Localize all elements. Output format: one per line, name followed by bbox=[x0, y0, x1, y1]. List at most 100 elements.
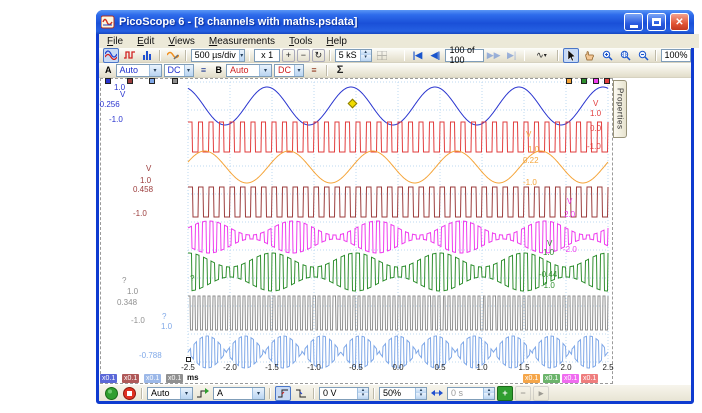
channel-f-scale-badge[interactable]: x0.1 bbox=[543, 374, 560, 383]
axis-label-c: V bbox=[526, 131, 531, 139]
axis-label-b: 1.0 bbox=[590, 110, 601, 118]
x-tick-label: -1.5 bbox=[259, 364, 285, 372]
channel-c-marker[interactable] bbox=[566, 78, 572, 84]
trigger-mode-value: Auto bbox=[148, 388, 180, 398]
spinner-arrows[interactable]: ▴ ▾ bbox=[415, 388, 426, 399]
x-axis-unit-label: ms bbox=[187, 374, 199, 382]
trigger-delay-spinner[interactable]: 0 s ▴ ▾ bbox=[447, 387, 495, 400]
toolbar-separator bbox=[269, 388, 271, 399]
x-tick-label: -0.5 bbox=[343, 364, 369, 372]
axis-label-b: 0.0 bbox=[590, 125, 601, 133]
axis-label-g: ? bbox=[122, 277, 126, 285]
x-tick-label: 1.0 bbox=[469, 364, 495, 372]
pre-trigger-spinner[interactable]: 50% ▴ ▾ bbox=[379, 387, 427, 400]
channel-h-scale-badge[interactable]: x0.1 bbox=[144, 374, 161, 383]
x-tick-label: 0.5 bbox=[427, 364, 453, 372]
toolbar-separator bbox=[373, 388, 375, 399]
desktop: PicoScope 6 - [8 channels with maths.psd… bbox=[0, 0, 702, 413]
channel-d-scale-badge[interactable]: x0.1 bbox=[122, 374, 139, 383]
channel-e-scale-badge[interactable]: x0.1 bbox=[562, 374, 579, 383]
waveform-canvas bbox=[0, 0, 702, 413]
x-tick-label: 0.0 bbox=[385, 364, 411, 372]
stop-capture-button[interactable] bbox=[121, 386, 137, 401]
add-measurement-button[interactable]: + bbox=[497, 386, 513, 401]
axis-label-g: 1.0 bbox=[127, 288, 138, 296]
axis-label-f: V bbox=[547, 240, 552, 248]
x-tick-label: 2.0 bbox=[553, 364, 579, 372]
stop-icon bbox=[123, 387, 136, 400]
channel-e-marker[interactable] bbox=[593, 78, 599, 84]
x-tick-label: 1.5 bbox=[511, 364, 537, 372]
axis-label-a: V bbox=[120, 91, 125, 99]
axis-label-g: -1.0 bbox=[131, 317, 145, 325]
axis-label-b: -1.0 bbox=[587, 143, 601, 151]
axis-label-h: ? bbox=[162, 313, 166, 321]
channel-c-scale-badge[interactable]: x0.1 bbox=[523, 374, 540, 383]
axis-label-d: 0.458 bbox=[133, 186, 153, 194]
channel-a-marker[interactable] bbox=[105, 78, 111, 84]
waveform-b bbox=[188, 122, 608, 152]
trigger-toolbar: Auto ▾ A ▾ 0 V ▴ ▾ bbox=[99, 385, 691, 401]
axis-label-c: 1.0 bbox=[528, 146, 539, 154]
spin-down-icon[interactable]: ▾ bbox=[416, 393, 426, 399]
spinner-arrows[interactable]: ▴ ▾ bbox=[483, 388, 494, 399]
axis-label-b: V bbox=[593, 100, 598, 108]
edit-measurement-button[interactable]: ▸ bbox=[533, 386, 549, 401]
axis-label-e: -2.0 bbox=[563, 246, 577, 254]
axis-label-a: -0.256 bbox=[97, 101, 120, 109]
remove-measurement-button[interactable]: − bbox=[515, 386, 531, 401]
trigger-level-spinner[interactable]: 0 V ▴ ▾ bbox=[319, 387, 369, 400]
channel-b-scale-badge[interactable]: x0.1 bbox=[581, 374, 598, 383]
start-capture-button[interactable] bbox=[103, 386, 119, 401]
spin-down-icon[interactable]: ▾ bbox=[484, 393, 494, 399]
toolbar-separator bbox=[313, 388, 315, 399]
axis-label-d: 1.0 bbox=[140, 177, 151, 185]
waveform-d bbox=[188, 187, 608, 217]
axis-label-c: 0.22 bbox=[523, 157, 539, 165]
channel-d-marker[interactable] bbox=[127, 78, 133, 84]
start-icon bbox=[105, 387, 118, 400]
trigger-source-value: A bbox=[214, 388, 252, 398]
axis-label-a: -1.0 bbox=[109, 116, 123, 124]
axis-label-e: V bbox=[567, 198, 572, 206]
axis-label-f: -1.0 bbox=[541, 282, 555, 290]
axis-label-d: -1.0 bbox=[133, 210, 147, 218]
axis-label-g: 0.348 bbox=[117, 299, 137, 307]
channel-g-scale-badge[interactable]: x0.1 bbox=[166, 374, 183, 383]
trigger-mode-select[interactable]: Auto ▾ bbox=[147, 387, 193, 400]
waveform-g bbox=[188, 296, 608, 330]
x-tick-label: -1.0 bbox=[301, 364, 327, 372]
axis-label-d: V bbox=[146, 165, 151, 173]
spinner-arrows[interactable]: ▴ ▾ bbox=[357, 388, 368, 399]
advanced-triggers-button[interactable] bbox=[195, 386, 211, 401]
axis-label-e: 2.0 bbox=[564, 211, 575, 219]
pre-trigger-value: 50% bbox=[380, 388, 415, 398]
channel-g-marker[interactable] bbox=[172, 78, 178, 84]
trigger-level-value: 0 V bbox=[320, 388, 357, 398]
x-tick-label: -2.5 bbox=[175, 364, 201, 372]
trigger-timing-button[interactable] bbox=[429, 386, 445, 401]
falling-edge-icon bbox=[295, 388, 307, 399]
toolbar-separator bbox=[141, 388, 143, 399]
channel-b-marker[interactable] bbox=[604, 78, 610, 84]
plot-layer: 1.0V-0.256-1.0x0.1V1.00.0-1.0x0.1V1.00.2… bbox=[0, 0, 702, 413]
falling-edge-button[interactable] bbox=[293, 386, 309, 401]
channel-f-marker[interactable] bbox=[581, 78, 587, 84]
axis-label-f: -0.44 bbox=[539, 271, 557, 279]
rising-edge-icon bbox=[277, 388, 289, 399]
axis-label-h: 1.0 bbox=[161, 323, 172, 331]
chevron-down-icon[interactable]: ▾ bbox=[252, 388, 264, 399]
advanced-trigger-icon bbox=[197, 388, 209, 399]
axis-label-f: 1.0 bbox=[543, 249, 554, 257]
trigger-delay-value: 0 s bbox=[448, 388, 483, 398]
axis-label-f: ? bbox=[190, 275, 194, 283]
rising-edge-button[interactable] bbox=[275, 386, 291, 401]
axis-label-h: -0.788 bbox=[139, 352, 162, 360]
spin-down-icon[interactable]: ▾ bbox=[358, 393, 368, 399]
axis-label-c: -1.0 bbox=[523, 179, 537, 187]
channel-h-marker[interactable] bbox=[149, 78, 155, 84]
x-axis-origin-marker bbox=[186, 357, 191, 362]
chevron-down-icon[interactable]: ▾ bbox=[180, 388, 192, 399]
channel-a-scale-badge[interactable]: x0.1 bbox=[100, 374, 117, 383]
trigger-source-select[interactable]: A ▾ bbox=[213, 387, 265, 400]
